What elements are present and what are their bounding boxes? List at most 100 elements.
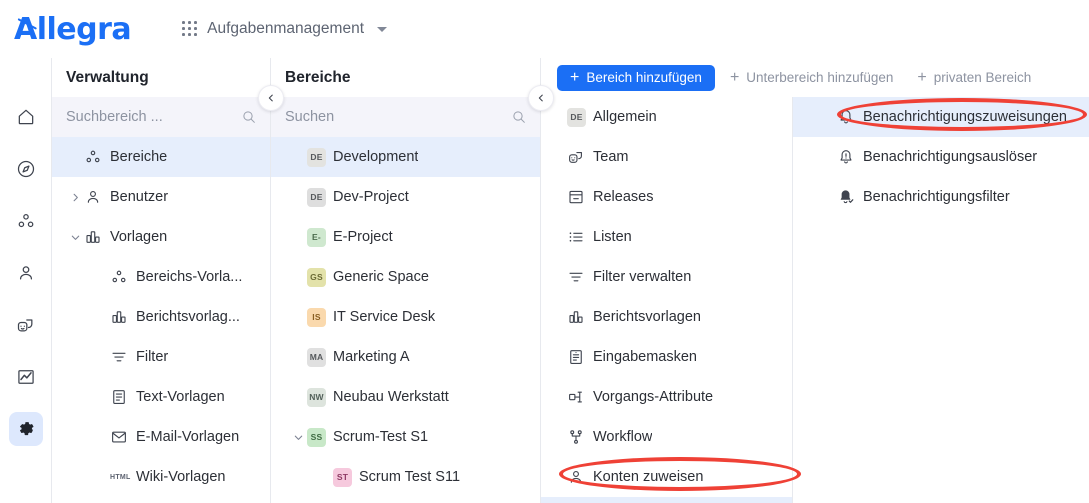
space-setting-item-konten-zuweisen[interactable]: Konten zuweisen	[541, 457, 792, 497]
admin-item-label: Bereichs-Vorla...	[136, 269, 242, 285]
bell-icon	[837, 108, 863, 126]
admin-item-label: E-Mail-Vorlagen	[136, 429, 239, 445]
admin-item-vorlagen[interactable]: Vorlagen	[52, 217, 270, 257]
space-setting-item-listen[interactable]: Listen	[541, 217, 792, 257]
space-setting-item-berichtsvorlagen[interactable]: Berichtsvorlagen	[541, 297, 792, 337]
plus-icon: +	[570, 70, 579, 86]
space-item-it-service-desk[interactable]: ISIT Service Desk	[271, 297, 540, 337]
space-setting-item-label: Team	[593, 149, 628, 165]
user-icon	[84, 188, 110, 206]
space-setting-item-label: Eingabemasken	[593, 349, 697, 365]
admin-panel: Verwaltung Suchbereich ... BereicheBenut…	[52, 58, 270, 503]
add-subspace-button[interactable]: + Unterbereich hinzufügen	[721, 65, 902, 91]
admin-item-label: Bereiche	[110, 149, 167, 165]
logo-text: Allegra	[14, 12, 131, 47]
admin-item-wiki-vorlagen[interactable]: HTMLWiki-Vorlagen	[52, 457, 270, 497]
space-item-marketing-a[interactable]: MAMarketing A	[271, 337, 540, 377]
admin-item-list: Bereiche BenutzerVorlagen Bereichs-Vorla..…	[52, 137, 270, 503]
chevron-down-icon[interactable]	[66, 232, 84, 243]
space-item-scrum-test-s11[interactable]: STScrum Test S11	[271, 457, 540, 497]
admin-item-e-mail-vorlagen[interactable]: E-Mail-Vorlagen	[52, 417, 270, 457]
admin-item-wiki-exportvor[interactable]: WWiki-Exportvor...	[52, 497, 270, 503]
space-item-dev-project[interactable]: DEDev-Project	[271, 177, 540, 217]
add-private-space-button[interactable]: + privaten Bereich	[908, 65, 1040, 91]
notification-item-benachrichtigungsfilter[interactable]: Benachrichtigungsfilter	[793, 177, 1089, 217]
space-item-e-project[interactable]: E-E-Project	[271, 217, 540, 257]
notification-item-label: Benachrichtigungszuweisungen	[863, 109, 1067, 125]
add-space-button[interactable]: + Bereich hinzufügen	[557, 65, 715, 91]
space-setting-item-workflow[interactable]: Workflow	[541, 417, 792, 457]
rail-item-spaces[interactable]	[9, 204, 43, 238]
chevron-down-icon[interactable]	[289, 432, 307, 443]
space-setting-item-filter-verwalten[interactable]: Filter verwalten	[541, 257, 792, 297]
space-avatar: NW	[307, 388, 333, 407]
space-avatar: DE	[307, 188, 333, 207]
templates-icon	[567, 308, 593, 326]
space-item-neubau-werkstatt[interactable]: NWNeubau Werkstatt	[271, 377, 540, 417]
left-rail	[0, 58, 52, 503]
space-setting-item-eingabemasken[interactable]: Eingabemasken	[541, 337, 792, 377]
space-setting-item-vorgangs-attribute[interactable]: Vorgangs-Attribute	[541, 377, 792, 417]
spaces-search-placeholder: Suchen	[285, 109, 511, 125]
admin-item-text-vorlagen[interactable]: Text-Vorlagen	[52, 377, 270, 417]
space-badge: IS	[307, 308, 326, 327]
rail-item-explore[interactable]	[9, 152, 43, 186]
plus-icon: +	[730, 70, 739, 86]
document-icon	[110, 388, 136, 406]
space-setting-item-releases[interactable]: Releases	[541, 177, 792, 217]
admin-item-berichtsvorlag[interactable]: Berichtsvorlag...	[52, 297, 270, 337]
notification-item-benachrichtigungsausl-ser[interactable]: Benachrichtigungsauslöser	[793, 137, 1089, 177]
space-badge: GS	[307, 268, 326, 287]
space-item-development[interactable]: DEDevelopment	[271, 137, 540, 177]
admin-item-bereichs-vorla[interactable]: Bereichs-Vorla...	[52, 257, 270, 297]
admin-item-filter[interactable]: Filter	[52, 337, 270, 377]
templates-icon	[84, 228, 110, 246]
admin-search-input[interactable]: Suchbereich ...	[52, 97, 270, 137]
space-avatar: GS	[307, 268, 333, 287]
user-icon	[567, 468, 593, 486]
space-settings-panel: DEAllgemein Team Releases Listen Filter verw…	[541, 97, 792, 503]
allegra-logo[interactable]: Allegra	[14, 12, 131, 47]
rail-item-settings[interactable]	[9, 412, 43, 446]
add-subspace-label: Unterbereich hinzufügen	[746, 70, 893, 85]
space-avatar: DE	[567, 108, 593, 127]
space-item-generic-space[interactable]: GSGeneric Space	[271, 257, 540, 297]
admin-search-placeholder: Suchbereich ...	[66, 109, 241, 125]
attributes-icon	[567, 388, 593, 406]
workflow-icon	[567, 428, 593, 446]
space-item-scrum-test-s1[interactable]: SSScrum-Test S1	[271, 417, 540, 457]
admin-item-benutzer[interactable]: Benutzer	[52, 177, 270, 217]
plus-icon: +	[917, 70, 926, 86]
mail-icon	[110, 428, 136, 446]
space-item-scrum-test-s12[interactable]: STScrum Test S12	[271, 497, 540, 503]
app-switcher[interactable]: Aufgabenmanagement	[182, 20, 387, 38]
form-icon	[567, 348, 593, 366]
grid-apps-icon	[182, 21, 198, 37]
spaces-panel: Bereiche Suchen DEDevelopmentDEDev-Proje…	[271, 58, 540, 503]
collapse-spaces-panel-button[interactable]	[528, 85, 554, 111]
space-setting-item-benachrichtigung[interactable]: Benachrichtigung	[541, 497, 792, 503]
space-setting-item-label: Listen	[593, 229, 632, 245]
rail-item-reports[interactable]	[9, 360, 43, 394]
space-settings-list: DEAllgemein Team Releases Listen Filter verw…	[541, 97, 792, 503]
space-setting-item-team[interactable]: Team	[541, 137, 792, 177]
roles-icon	[567, 148, 593, 166]
space-toolbar: + Bereich hinzufügen + Unterbereich hinz…	[541, 58, 1089, 97]
rail-item-user[interactable]	[9, 256, 43, 290]
spaces-panel-title: Bereiche	[271, 58, 540, 97]
chevron-right-icon[interactable]	[66, 192, 84, 203]
space-setting-item-label: Workflow	[593, 429, 652, 445]
space-item-label: Marketing A	[333, 349, 410, 365]
releases-icon	[567, 188, 593, 206]
notification-item-benachrichtigungszuweisungen[interactable]: Benachrichtigungszuweisungen	[793, 97, 1089, 137]
rail-item-home[interactable]	[9, 100, 43, 134]
space-badge: ST	[333, 468, 352, 487]
spaces-search-input[interactable]: Suchen	[271, 97, 540, 137]
space-setting-item-allgemein[interactable]: DEAllgemein	[541, 97, 792, 137]
space-setting-item-label: Konten zuweisen	[593, 469, 703, 485]
space-badge: E-	[307, 228, 326, 247]
rail-item-roles[interactable]	[9, 308, 43, 342]
spaces-item-list: DEDevelopmentDEDev-ProjectE-E-ProjectGSG…	[271, 137, 540, 503]
admin-item-bereiche[interactable]: Bereiche	[52, 137, 270, 177]
collapse-admin-panel-button[interactable]	[258, 85, 284, 111]
